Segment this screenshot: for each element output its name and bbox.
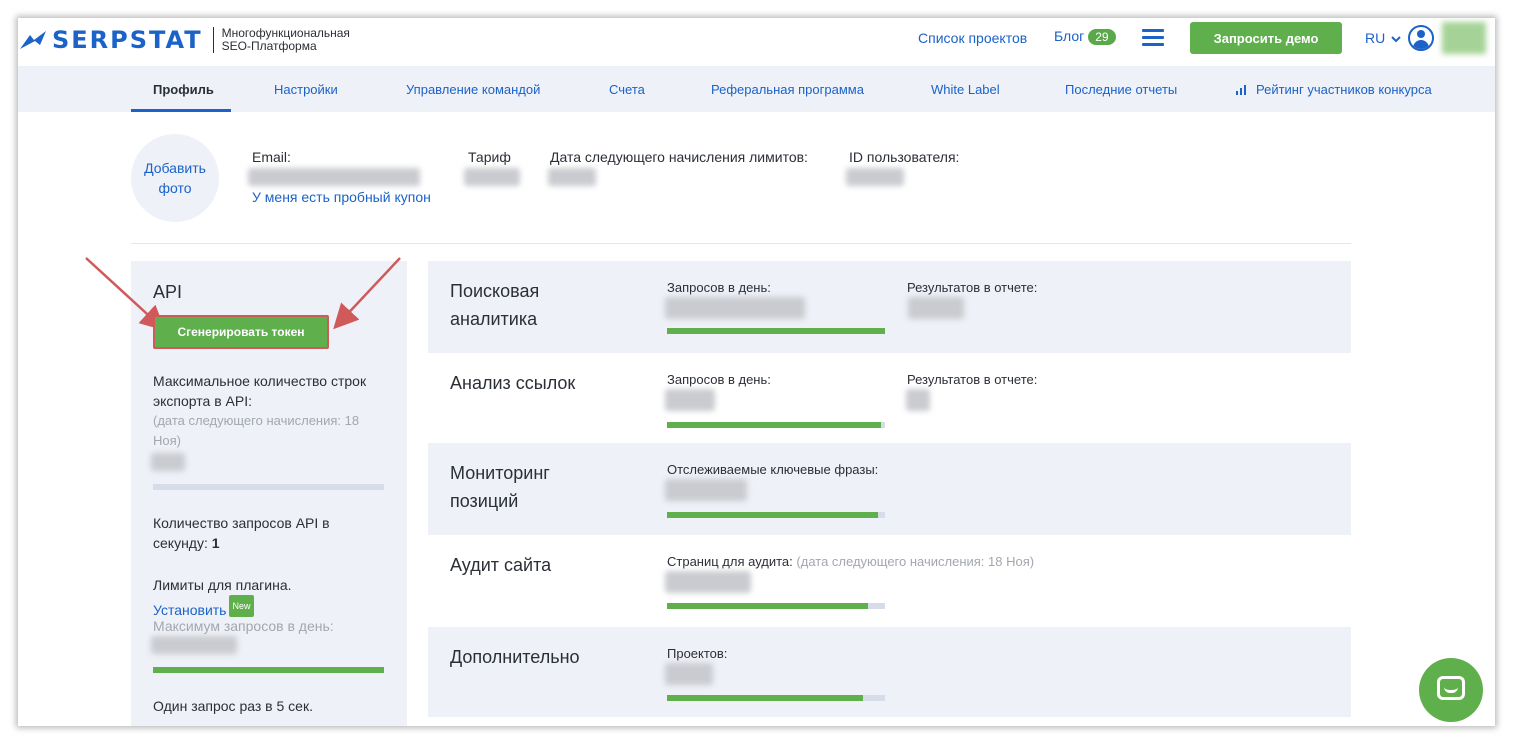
blog-label: Блог [1054, 28, 1085, 44]
card-progress-bar [667, 422, 885, 428]
one-request-per-5s-label: Один запрос раз в 5 сек. [153, 698, 313, 714]
projects-label: Проектов: [667, 646, 728, 661]
brand-name: SERPSTAT [52, 26, 203, 54]
bar-chart-icon [1236, 85, 1248, 95]
hamburger-menu-icon[interactable] [1142, 29, 1164, 47]
email-value-redacted [248, 168, 420, 186]
tariff-label: Тариф [468, 149, 511, 165]
requests-per-day-label: Запросов в день: [667, 280, 771, 295]
api-rows-progress-bar [153, 484, 384, 490]
plugin-max-requests-value-redacted [151, 636, 237, 654]
tariff-value-redacted [464, 168, 520, 186]
add-photo-button[interactable]: Добавить фото [131, 134, 219, 222]
next-limits-value-redacted [548, 168, 596, 186]
card-progress-fill [667, 695, 864, 701]
tracked-keywords-label: Отслеживаемые ключевые фразы: [667, 462, 879, 477]
results-in-report-label: Результатов в отчете: [907, 372, 1038, 387]
api-rps-value: 1 [211, 535, 220, 551]
card-title: Аудит сайта [450, 555, 552, 575]
blog-count-badge: 29 [1088, 29, 1116, 46]
logo-divider [212, 27, 214, 53]
plugin-progress-fill [153, 667, 384, 673]
requests-per-day-value-redacted [665, 389, 715, 411]
card-progress-fill [667, 422, 881, 428]
api-next-date-note: (дата следующего начисления: 18 Ноя) [153, 413, 360, 448]
user-id-label: ID пользователя: [849, 149, 960, 165]
tab-white-label[interactable]: White Label [931, 82, 1000, 97]
card-progress-fill [667, 603, 868, 609]
blog-link[interactable]: Блог 29 [1054, 28, 1116, 46]
generate-token-button[interactable]: Сгенерировать токен [153, 315, 329, 349]
plugin-limits-label: Лимиты для плагина. [153, 577, 292, 593]
tab-contest-rating-label: Рейтинг участников конкурса [1256, 82, 1432, 97]
tab-team-management[interactable]: Управление командой [406, 82, 540, 97]
api-max-rows-label: Максимальное количество строк экспорта в … [153, 373, 367, 409]
language-label: RU [1365, 30, 1386, 46]
brand-tagline: Многофункциональная SEO-Платформа [221, 26, 350, 53]
card-progress-bar [667, 695, 885, 701]
card-progress-bar [667, 603, 885, 609]
section-divider [131, 243, 1351, 244]
active-tab-indicator [131, 109, 231, 112]
profile-tabs: Профиль Настройки Управление командой Сч… [18, 66, 1495, 112]
results-in-report-label: Результатов в отчете: [907, 280, 1038, 295]
new-badge: New [229, 595, 254, 617]
trial-coupon-link[interactable]: У меня есть пробный купон [252, 189, 431, 205]
card-progress-fill [667, 512, 879, 518]
chat-widget-button[interactable] [1419, 658, 1483, 722]
api-rows-value-redacted [151, 453, 185, 471]
requests-per-day-label: Запросов в день: [667, 372, 771, 387]
api-title: API [153, 282, 183, 302]
card-title: Поисковая аналитика [450, 281, 540, 329]
projects-list-link[interactable]: Список проектов [918, 30, 1027, 46]
tab-referral-program[interactable]: Реферальная программа [711, 82, 864, 97]
card-position-tracking: Мониторинг позиций Отслеживаемые ключевые… [428, 443, 1351, 535]
card-search-analytics: Поисковая аналитика Запросов в день: Резу… [428, 261, 1351, 353]
tab-invoices[interactable]: Счета [609, 82, 645, 97]
card-progress-fill [667, 328, 885, 334]
card-title: Дополнительно [450, 647, 580, 667]
email-label: Email: [252, 149, 291, 165]
tab-contest-rating[interactable]: Рейтинг участников конкурса [1236, 82, 1432, 97]
card-additional: Дополнительно Проектов: [428, 627, 1351, 717]
audit-pages-label: Страниц для аудита: (дата следующего нач… [667, 554, 1035, 569]
plugin-progress-bar [153, 667, 384, 673]
request-demo-button[interactable]: Запросить демо [1190, 22, 1342, 54]
api-rps-label: Количество запросов API в секунду: 1 [153, 515, 330, 551]
language-selector[interactable]: RU [1365, 30, 1401, 46]
results-in-report-value-redacted [908, 297, 964, 319]
app-window: SERPSTAT Многофункциональная SEO-Платфор… [18, 18, 1495, 726]
logo-icon [20, 31, 46, 49]
serpstat-logo[interactable]: SERPSTAT Многофункциональная SEO-Платфор… [20, 26, 350, 54]
plugin-max-requests-label: Максимум запросов в день: [153, 618, 334, 634]
card-progress-bar [667, 512, 885, 518]
tab-settings[interactable]: Настройки [274, 82, 338, 97]
card-title: Анализ ссылок [450, 373, 576, 393]
tab-profile[interactable]: Профиль [153, 82, 214, 97]
audit-pages-value-redacted [665, 571, 751, 593]
user-id-value-redacted [846, 168, 904, 186]
top-header: SERPSTAT Многофункциональная SEO-Платфор… [18, 18, 1495, 66]
card-link-analysis: Анализ ссылок Запросов в день: Результат… [428, 353, 1351, 443]
tracked-keywords-value-redacted [665, 479, 747, 501]
user-avatar[interactable] [1442, 22, 1486, 54]
card-progress-bar [667, 328, 885, 334]
user-account-icon[interactable] [1408, 25, 1434, 51]
next-limits-label: Дата следующего начисления лимитов: [550, 149, 808, 165]
card-title: Мониторинг позиций [450, 463, 550, 511]
results-in-report-value-redacted [906, 389, 930, 411]
card-site-audit: Аудит сайта Страниц для аудита: (дата сл… [428, 535, 1351, 627]
projects-value-redacted [665, 663, 713, 685]
tab-recent-reports[interactable]: Последние отчеты [1065, 82, 1177, 97]
requests-per-day-value-redacted [665, 297, 805, 319]
chevron-down-icon [1391, 36, 1401, 43]
